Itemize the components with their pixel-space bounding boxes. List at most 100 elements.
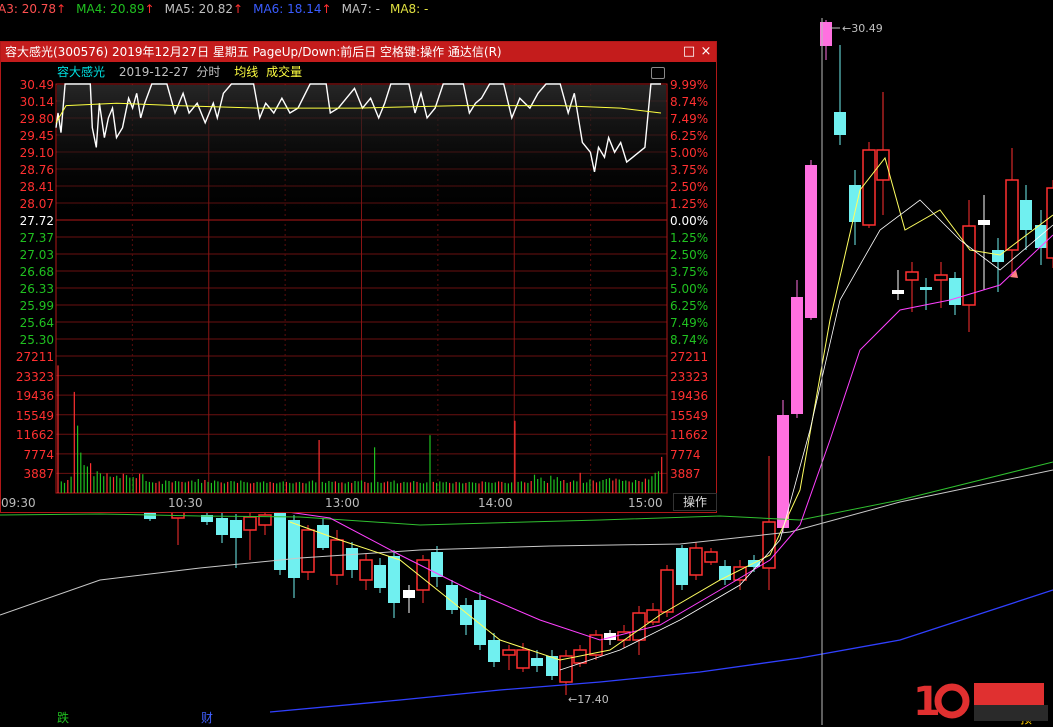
candle-body	[1035, 225, 1047, 248]
candle-body	[216, 518, 228, 535]
candle-body	[805, 165, 817, 318]
price-tick: 25.30	[19, 333, 54, 347]
time-tick: 09:30	[1, 496, 36, 510]
price-tick: 26.68	[19, 265, 54, 279]
pct-tick: 9.99%	[670, 78, 709, 92]
candle-body	[934, 274, 948, 281]
candle-body	[359, 559, 373, 581]
time-tick: 10:30	[168, 496, 203, 510]
candle-body	[474, 600, 486, 645]
volume-tick: 27211	[15, 350, 54, 364]
volume-tick: 3887	[23, 467, 54, 482]
badge-drop[interactable]: 跌	[57, 709, 69, 726]
candle-body	[403, 590, 415, 598]
candle-body	[516, 649, 530, 669]
ma-legend-item: MA5: 20.82↑	[164, 2, 244, 16]
candle-body	[317, 525, 329, 548]
candle-body	[992, 250, 1004, 262]
price-tick: 30.49	[19, 78, 54, 92]
ma-legend-item: MA7: -	[341, 2, 380, 16]
price-tick: 29.10	[19, 146, 54, 160]
ma-legend-item: A3: 20.78↑	[0, 2, 67, 16]
pct-tick: 6.25%	[670, 129, 709, 143]
candle-body	[301, 529, 315, 573]
price-tick: 28.07	[19, 197, 54, 211]
price-tick: 27.37	[19, 231, 54, 245]
candle-body	[230, 520, 242, 538]
candle-body	[1046, 187, 1053, 259]
candle-body	[892, 290, 904, 294]
volume-tick: 15549	[670, 408, 709, 423]
candle-body	[531, 658, 543, 666]
pct-tick: 5.00%	[670, 146, 709, 160]
price-tick: 26.33	[19, 282, 54, 296]
candle-body	[346, 548, 358, 570]
volume-tick: 23323	[15, 369, 54, 384]
low-price-label: ←17.40	[568, 693, 609, 706]
volume-tick: 11662	[670, 428, 709, 443]
badge-finance[interactable]: 财	[201, 709, 213, 726]
intraday-chart[interactable]	[0, 41, 717, 513]
intraday-popup[interactable]: 容大感光(300576) 2019年12月27日 星期五 PageUp/Down…	[0, 41, 717, 513]
candle-body	[849, 185, 861, 222]
price-tick: 29.80	[19, 112, 54, 126]
pct-tick: 2.50%	[670, 248, 709, 262]
pct-tick: 8.74%	[670, 333, 709, 347]
candle-body	[243, 516, 257, 531]
candle-body	[388, 556, 400, 603]
operate-button[interactable]: 操作	[673, 493, 717, 511]
pct-tick: 5.00%	[670, 282, 709, 296]
pct-tick: 3.75%	[670, 265, 709, 279]
volume-tick: 3887	[670, 467, 701, 482]
time-tick: 13:00	[325, 496, 360, 510]
candle-body	[1020, 200, 1032, 230]
pct-tick: 0.00%	[670, 214, 709, 228]
volume-tick: 27211	[670, 350, 709, 364]
pct-tick: 1.25%	[670, 231, 709, 245]
candle-body	[791, 297, 803, 414]
volume-tick: 23323	[670, 369, 709, 384]
candle-body	[862, 149, 876, 226]
candle-body	[374, 565, 386, 588]
price-tick: 29.45	[19, 129, 54, 143]
pct-tick: 6.25%	[670, 299, 709, 313]
ma-legend-bar: A3: 20.78↑ MA4: 20.89↑ MA5: 20.82↑ MA6: 18.…	[0, 0, 438, 18]
price-tick: 27.72	[19, 214, 54, 228]
high-price-label: ←30.49	[842, 22, 883, 35]
ma-legend-item: MA6: 18.14↑	[253, 2, 332, 16]
candle-body	[834, 112, 846, 135]
price-tick: 25.64	[19, 316, 54, 330]
price-tick: 27.03	[19, 248, 54, 262]
pct-tick: 7.49%	[670, 316, 709, 330]
price-tick: 28.41	[19, 180, 54, 194]
volume-tick: 19436	[15, 389, 54, 404]
candle-body	[978, 220, 990, 225]
candle-body	[488, 640, 500, 662]
pct-tick: 2.50%	[670, 180, 709, 194]
site-watermark-logo: 1	[913, 679, 1048, 725]
time-tick: 15:00	[628, 496, 663, 510]
time-tick: 14:00	[478, 496, 513, 510]
volume-tick: 11662	[15, 428, 54, 443]
pct-tick: 7.49%	[670, 112, 709, 126]
volume-tick: 7774	[670, 447, 701, 462]
candle-body	[502, 649, 516, 656]
pct-tick: 1.25%	[670, 197, 709, 211]
candle-body	[920, 287, 932, 290]
pct-tick: 3.75%	[670, 163, 709, 177]
candle-body	[660, 569, 674, 613]
volume-tick: 15549	[15, 408, 54, 423]
candle-body	[676, 548, 688, 585]
volume-tick: 19436	[670, 389, 709, 404]
price-tick: 28.76	[19, 163, 54, 177]
ma-legend-item: MA8: -	[389, 2, 429, 16]
candle-body	[288, 520, 300, 578]
ma-legend-item: MA4: 20.89↑	[76, 2, 155, 16]
candle-body	[460, 605, 472, 625]
candle-body	[704, 551, 718, 563]
pct-tick: 8.74%	[670, 95, 709, 109]
price-tick: 25.99	[19, 299, 54, 313]
candle-body	[689, 547, 703, 576]
candle-body	[1005, 179, 1019, 251]
candle-body	[446, 585, 458, 610]
